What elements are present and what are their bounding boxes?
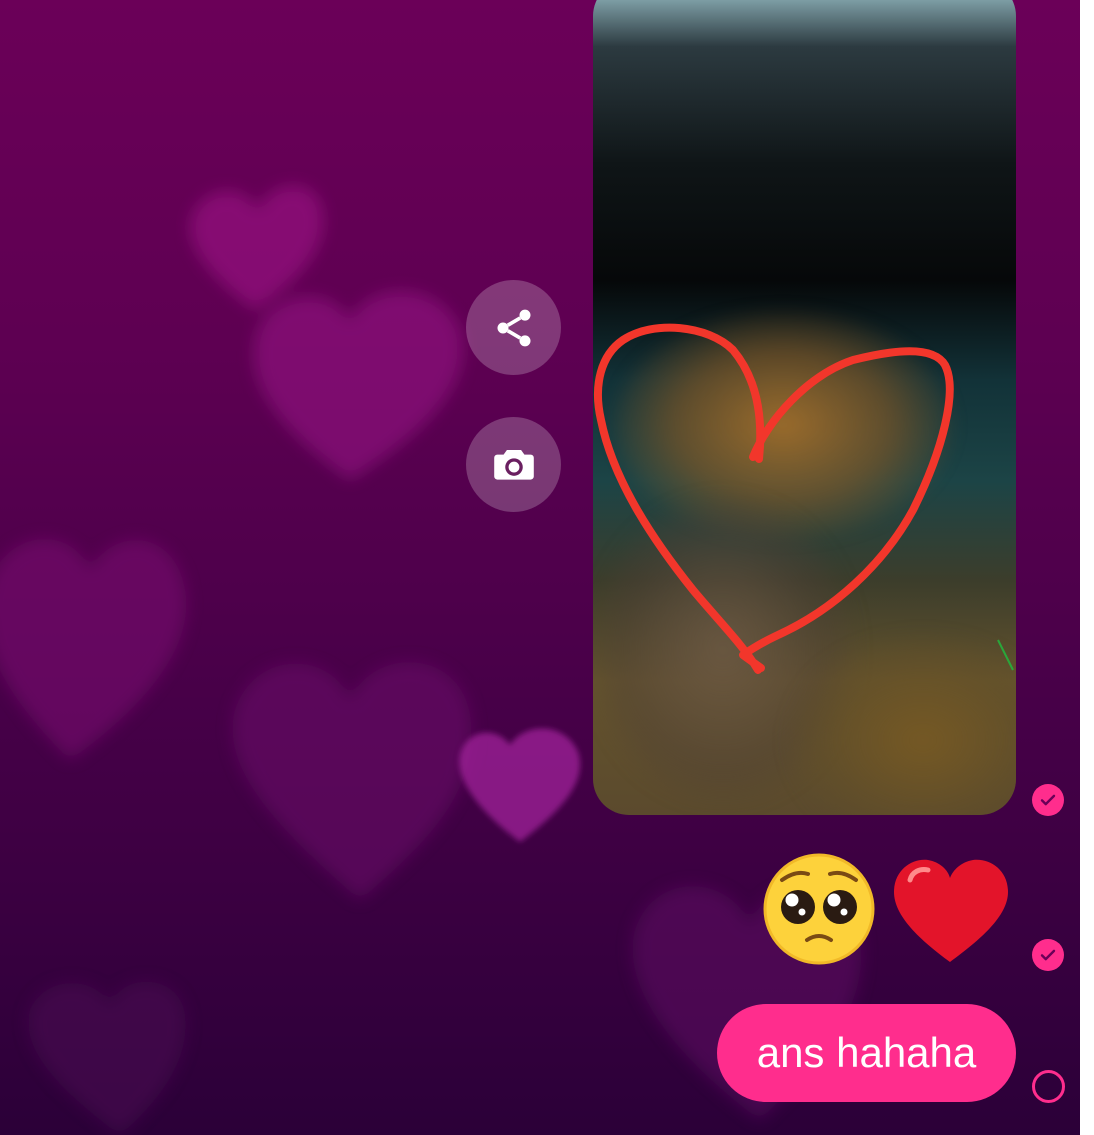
text-message-bubble[interactable]: ans hahaha: [717, 1004, 1016, 1102]
screen-edge: [1080, 0, 1094, 1135]
emoji-message[interactable]: [760, 852, 1016, 972]
share-icon: [497, 309, 530, 346]
read-check-icon: [1032, 784, 1064, 816]
message-text: ans hahaha: [756, 1029, 977, 1076]
camera-icon: [493, 449, 534, 480]
red-heart-emoji: [894, 859, 1008, 962]
camera-button[interactable]: [466, 417, 561, 512]
sent-status-icon: [1032, 1070, 1065, 1103]
photo-message[interactable]: [593, 0, 1016, 815]
chat-screen: ans hahaha: [0, 0, 1094, 1135]
read-check-icon: [1032, 939, 1064, 971]
share-button[interactable]: [466, 280, 561, 375]
heart-doodle: [594, 323, 1014, 674]
pleading-face-emoji: [763, 853, 875, 965]
